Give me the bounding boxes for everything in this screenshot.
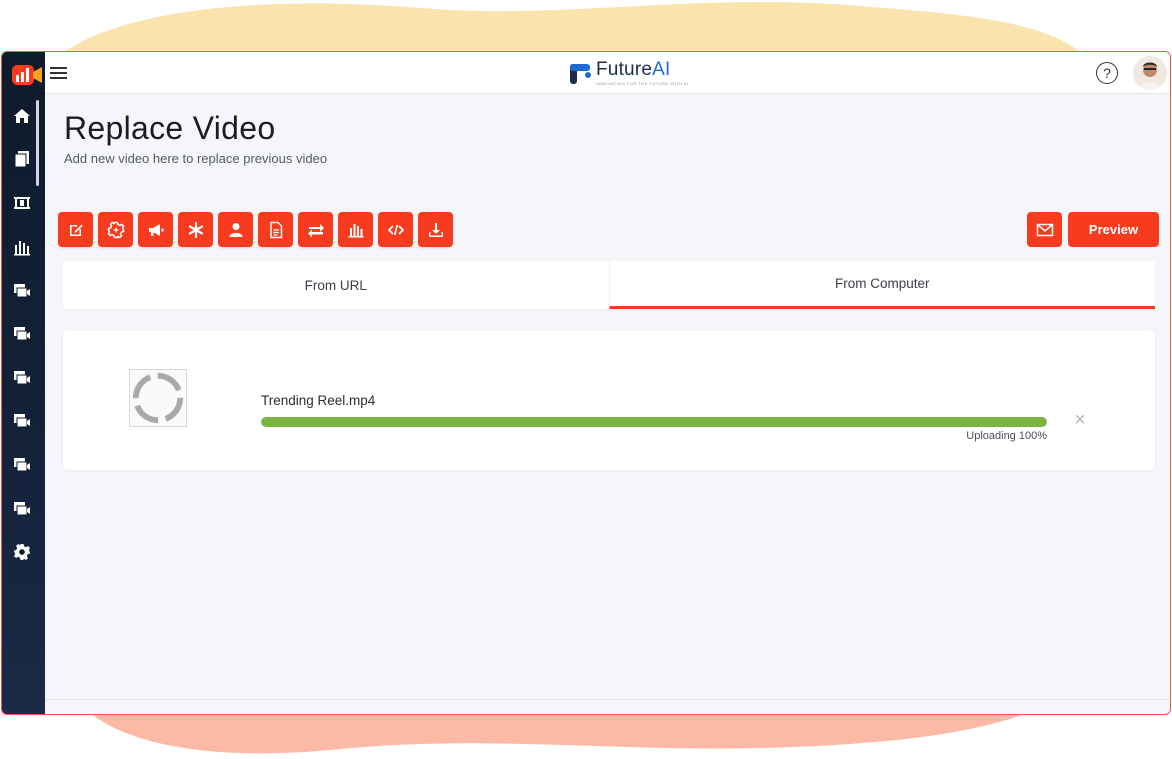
upload-card: Trending Reel.mp4 Uploading 100% × bbox=[63, 331, 1155, 470]
avatar[interactable] bbox=[1133, 56, 1167, 90]
video-gallery-icon bbox=[14, 327, 30, 341]
embed-code-button[interactable] bbox=[378, 212, 413, 247]
sidebar-scrollbar[interactable] bbox=[36, 100, 39, 186]
sidebar-item-video-gallery-3[interactable] bbox=[12, 368, 32, 388]
edit-button[interactable] bbox=[58, 212, 93, 247]
upload-progress-fill bbox=[261, 417, 1047, 427]
video-thumbnail bbox=[129, 369, 187, 427]
gear-icon bbox=[14, 544, 30, 560]
page-title: Replace Video bbox=[64, 110, 276, 146]
swap-arrows-icon bbox=[307, 223, 324, 237]
futureai-logo-icon bbox=[570, 64, 591, 84]
megaphone-icon bbox=[148, 223, 163, 236]
document-button[interactable] bbox=[258, 212, 293, 247]
app-screenshot: FutureAI INNOVATING FOR THE FUTURE WITH … bbox=[0, 0, 1172, 759]
ai-settings-button[interactable] bbox=[98, 212, 133, 247]
brand-logo[interactable]: FutureAI INNOVATING FOR THE FUTURE WITH … bbox=[568, 59, 689, 87]
footer-divider bbox=[45, 699, 1170, 700]
asterisk-icon bbox=[188, 221, 203, 238]
home-icon bbox=[14, 109, 30, 123]
sidebar-item-video-gallery-6[interactable] bbox=[12, 499, 32, 519]
mail-icon bbox=[1036, 223, 1053, 236]
video-gallery-icon bbox=[14, 458, 30, 472]
loading-spinner-icon bbox=[132, 372, 184, 424]
app-logo-icon bbox=[12, 65, 42, 85]
user-avatar-icon bbox=[1133, 56, 1167, 90]
tab-from-url[interactable]: From URL bbox=[63, 261, 609, 309]
documents-icon bbox=[14, 151, 29, 168]
swap-button[interactable] bbox=[298, 212, 333, 247]
user-icon bbox=[229, 222, 242, 237]
bar-chart-icon bbox=[348, 223, 363, 237]
sidebar-item-documents[interactable] bbox=[12, 149, 32, 169]
bar-chart-icon bbox=[14, 241, 30, 256]
sidebar-item-analytics[interactable] bbox=[12, 237, 32, 257]
sidebar-item-video-gallery-5[interactable] bbox=[12, 455, 32, 475]
page-subtitle: Add new video here to replace previous v… bbox=[64, 151, 328, 166]
sidebar-item-video-gallery-2[interactable] bbox=[12, 324, 32, 344]
sidebar-item-film[interactable] bbox=[12, 193, 32, 213]
download-button[interactable] bbox=[418, 212, 453, 247]
sidebar-item-video-gallery-1[interactable] bbox=[12, 281, 32, 301]
upload-status-text: Uploading 100% bbox=[966, 430, 1047, 442]
upload-progress-bar bbox=[261, 417, 1047, 427]
settings-sparkle-icon bbox=[106, 220, 125, 239]
sidebar bbox=[2, 52, 45, 714]
analytics-button[interactable] bbox=[338, 212, 373, 247]
user-button[interactable] bbox=[218, 212, 253, 247]
video-gallery-icon bbox=[14, 284, 30, 298]
code-icon bbox=[387, 224, 404, 235]
brand-name: FutureAI bbox=[596, 58, 671, 80]
announcement-button[interactable] bbox=[138, 212, 173, 247]
help-icon[interactable]: ? bbox=[1096, 62, 1118, 84]
edit-icon bbox=[69, 224, 83, 236]
tool-toolbar bbox=[58, 212, 453, 248]
sidebar-item-home[interactable] bbox=[12, 106, 32, 126]
source-tabs: From URL From Computer bbox=[63, 261, 1155, 309]
tab-from-computer[interactable]: From Computer bbox=[608, 261, 1155, 309]
file-name: Trending Reel.mp4 bbox=[261, 393, 376, 408]
top-bar: FutureAI INNOVATING FOR THE FUTURE WITH … bbox=[45, 52, 1170, 94]
video-gallery-icon bbox=[14, 371, 30, 385]
menu-toggle-icon[interactable] bbox=[50, 64, 68, 80]
app-window: FutureAI INNOVATING FOR THE FUTURE WITH … bbox=[1, 51, 1171, 715]
preview-button[interactable]: Preview bbox=[1068, 212, 1159, 247]
sidebar-item-settings[interactable] bbox=[12, 542, 32, 562]
download-icon bbox=[428, 222, 443, 237]
brand-tagline: INNOVATING FOR THE FUTURE WITH AI bbox=[596, 80, 689, 86]
effects-button[interactable] bbox=[178, 212, 213, 247]
document-icon bbox=[269, 221, 282, 238]
cancel-upload-icon[interactable]: × bbox=[1071, 410, 1089, 430]
video-gallery-icon bbox=[14, 414, 30, 428]
email-button[interactable] bbox=[1027, 212, 1062, 247]
film-icon bbox=[14, 197, 30, 209]
video-gallery-icon bbox=[14, 502, 30, 516]
sidebar-item-video-gallery-4[interactable] bbox=[12, 411, 32, 431]
